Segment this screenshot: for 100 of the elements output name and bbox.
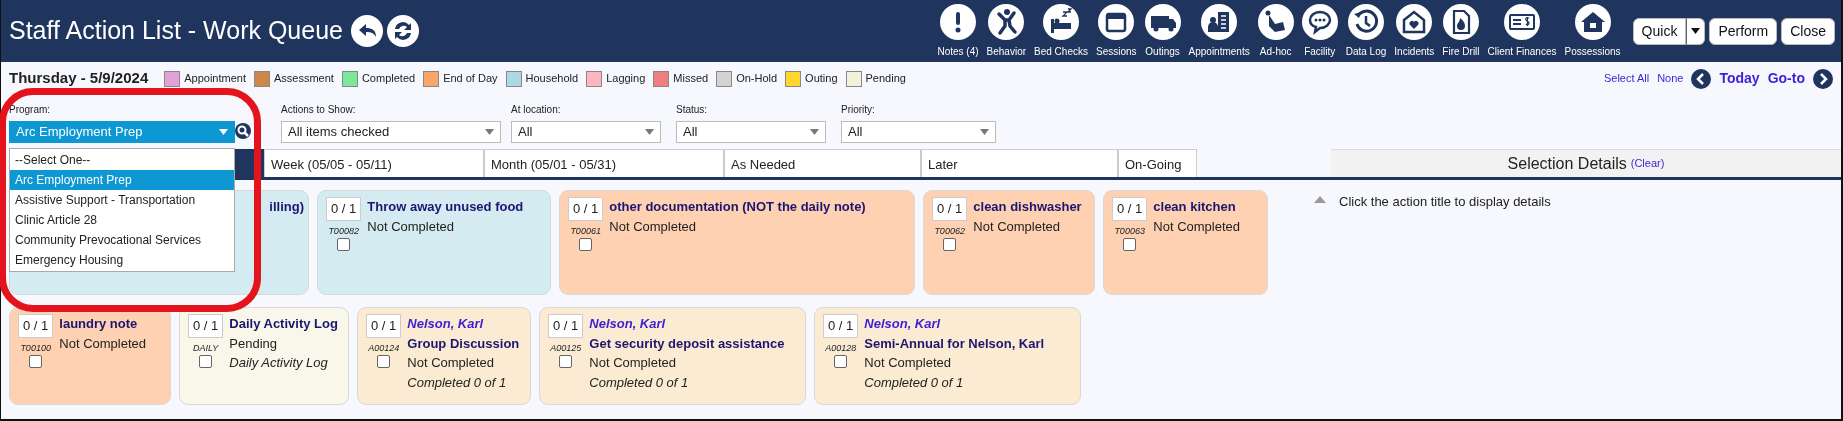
legend-label: Outing	[805, 71, 838, 87]
dropdown-option[interactable]: Community Prevocational Services	[10, 230, 234, 250]
field-label: At location:	[511, 103, 562, 117]
dropdown-option[interactable]: Assistive Support - Transportation	[10, 190, 234, 210]
checkbox[interactable]	[199, 355, 213, 368]
calendar-icon	[1098, 3, 1135, 40]
legend-label: Pending	[865, 71, 906, 87]
toolbar-button[interactable]: Client Finances	[1483, 3, 1561, 59]
tab[interactable]: Week (05/05 - 05/11)	[264, 149, 484, 177]
action-code: T00100	[20, 341, 51, 355]
tab[interactable]: Month (05/01 - 05/31)	[484, 149, 724, 177]
field-label: Status:	[676, 103, 709, 117]
tab[interactable]: Later	[921, 149, 1118, 177]
action-title[interactable]: other documentation (NOT the daily note)	[609, 197, 866, 217]
action-note: Daily Activity Log	[229, 354, 329, 372]
today-link[interactable]: Today	[1719, 68, 1760, 89]
previous-button[interactable]	[1691, 68, 1712, 89]
action-code: T00082	[328, 224, 359, 238]
toolbar-button[interactable]: Facility	[1297, 3, 1342, 59]
dropdown-field[interactable]: All	[676, 121, 826, 143]
action-status: Not Completed	[59, 334, 146, 353]
caret-icon	[219, 129, 228, 135]
toolbar-button[interactable]: Fire Drill	[1438, 3, 1484, 59]
caret-icon	[645, 129, 654, 135]
dropdown-option[interactable]: Emergency Housing	[10, 250, 234, 270]
checkbox[interactable]	[29, 355, 43, 368]
count-box: 0 / 1	[188, 314, 224, 338]
checkbox[interactable]	[377, 355, 391, 368]
action-note: Completed 0 of 1	[407, 373, 508, 392]
perform-button[interactable]: Perform	[1709, 17, 1778, 45]
scroll-up-icon	[1314, 196, 1326, 203]
action-title[interactable]: illing)	[269, 197, 304, 217]
toolbar-button[interactable]: Data Log	[1341, 3, 1391, 59]
dropdown-field[interactable]: All	[511, 121, 661, 143]
goto-link[interactable]: Go-to	[1767, 68, 1805, 89]
refresh-icon	[386, 15, 419, 47]
toolbar-button[interactable]: Outings	[1140, 3, 1185, 59]
checkbox[interactable]	[943, 238, 957, 251]
action-title[interactable]: Get security deposit assistance	[589, 333, 785, 353]
checkbox[interactable]	[337, 238, 351, 251]
caret-icon	[485, 129, 494, 135]
details-title: Selection Details	[1507, 153, 1627, 174]
dropdown-option[interactable]: Clinic Article 28	[10, 210, 234, 230]
action-title[interactable]: Daily Activity Log	[229, 314, 338, 334]
dropdown-option[interactable]: --Select One--	[10, 150, 234, 170]
action-note: Completed 0 of 1	[589, 373, 690, 392]
undo-button[interactable]	[350, 15, 383, 47]
select-all-link[interactable]: Select All	[1603, 70, 1650, 87]
action-status: Not Completed	[1153, 217, 1240, 236]
checkbox[interactable]	[559, 355, 573, 368]
count-box: 0 / 1	[326, 197, 362, 221]
fire-icon	[1442, 3, 1479, 40]
figure-icon	[988, 3, 1025, 40]
refresh-button[interactable]	[386, 15, 419, 47]
toolbar-button[interactable]: Notes (4)	[933, 3, 983, 59]
history-icon	[1348, 3, 1384, 40]
count-box: 0 / 1	[366, 314, 402, 338]
action-code: T00063	[1114, 224, 1145, 238]
date-heading: Thursday - 5/9/2024	[9, 68, 149, 89]
checkbox[interactable]	[579, 238, 593, 251]
none-link[interactable]: None	[1657, 70, 1684, 87]
quick-button[interactable]: Quick	[1632, 17, 1687, 45]
building-icon	[1201, 3, 1238, 40]
action-status: Pending	[229, 334, 278, 353]
toolbar-button[interactable]: Incidents	[1390, 3, 1439, 59]
legend-label: Completed	[361, 71, 416, 87]
action-status: Not Completed	[589, 354, 677, 372]
assignee-name: Nelson, Karl	[407, 315, 485, 333]
toolbar-button[interactable]: Ad-hoc	[1253, 3, 1298, 59]
toolbar-button[interactable]: Behavior	[982, 3, 1031, 59]
toolbar-button[interactable]: Possessions	[1560, 3, 1625, 59]
van-icon	[1144, 3, 1181, 40]
action-code: DAILY	[193, 341, 219, 355]
toolbar-button[interactable]: Bed Checks	[1030, 3, 1092, 59]
count-box: 0 / 1	[932, 197, 968, 221]
search-button[interactable]	[235, 123, 251, 139]
action-code: T00061	[570, 224, 601, 238]
exclamation-icon	[940, 3, 976, 40]
tab[interactable]: On-Going	[1118, 149, 1197, 177]
assignee-name: Nelson, Karl	[864, 315, 942, 333]
chevron-left-icon	[1691, 68, 1712, 89]
legend-label: Household	[525, 71, 579, 87]
checkbox[interactable]	[834, 355, 848, 368]
field-label: Priority:	[841, 103, 876, 117]
next-button[interactable]	[1813, 68, 1833, 89]
dropdown-field[interactable]: All	[841, 121, 996, 143]
toolbar-button[interactable]: Sessions	[1091, 3, 1141, 59]
action-title[interactable]: Throw away unused food	[367, 197, 524, 217]
dropdown-toggle-button[interactable]	[1686, 17, 1706, 45]
tab[interactable]: As Needed	[724, 149, 921, 177]
clear-link[interactable]: (Clear)	[1630, 155, 1665, 172]
toolbar-button[interactable]: Appointments	[1184, 3, 1254, 59]
action-title[interactable]: clean kitchen	[1153, 197, 1240, 217]
action-title[interactable]: clean dishwasher	[973, 197, 1082, 217]
action-title[interactable]: Group Discussion	[407, 333, 520, 353]
dropdown-field[interactable]: All items checked	[281, 121, 501, 143]
action-title[interactable]: Semi-Annual for Nelson, Karl	[864, 333, 1045, 353]
close-button[interactable]: Close	[1781, 17, 1835, 45]
checkbox[interactable]	[1123, 238, 1137, 251]
action-title[interactable]: laundry note	[59, 314, 146, 334]
